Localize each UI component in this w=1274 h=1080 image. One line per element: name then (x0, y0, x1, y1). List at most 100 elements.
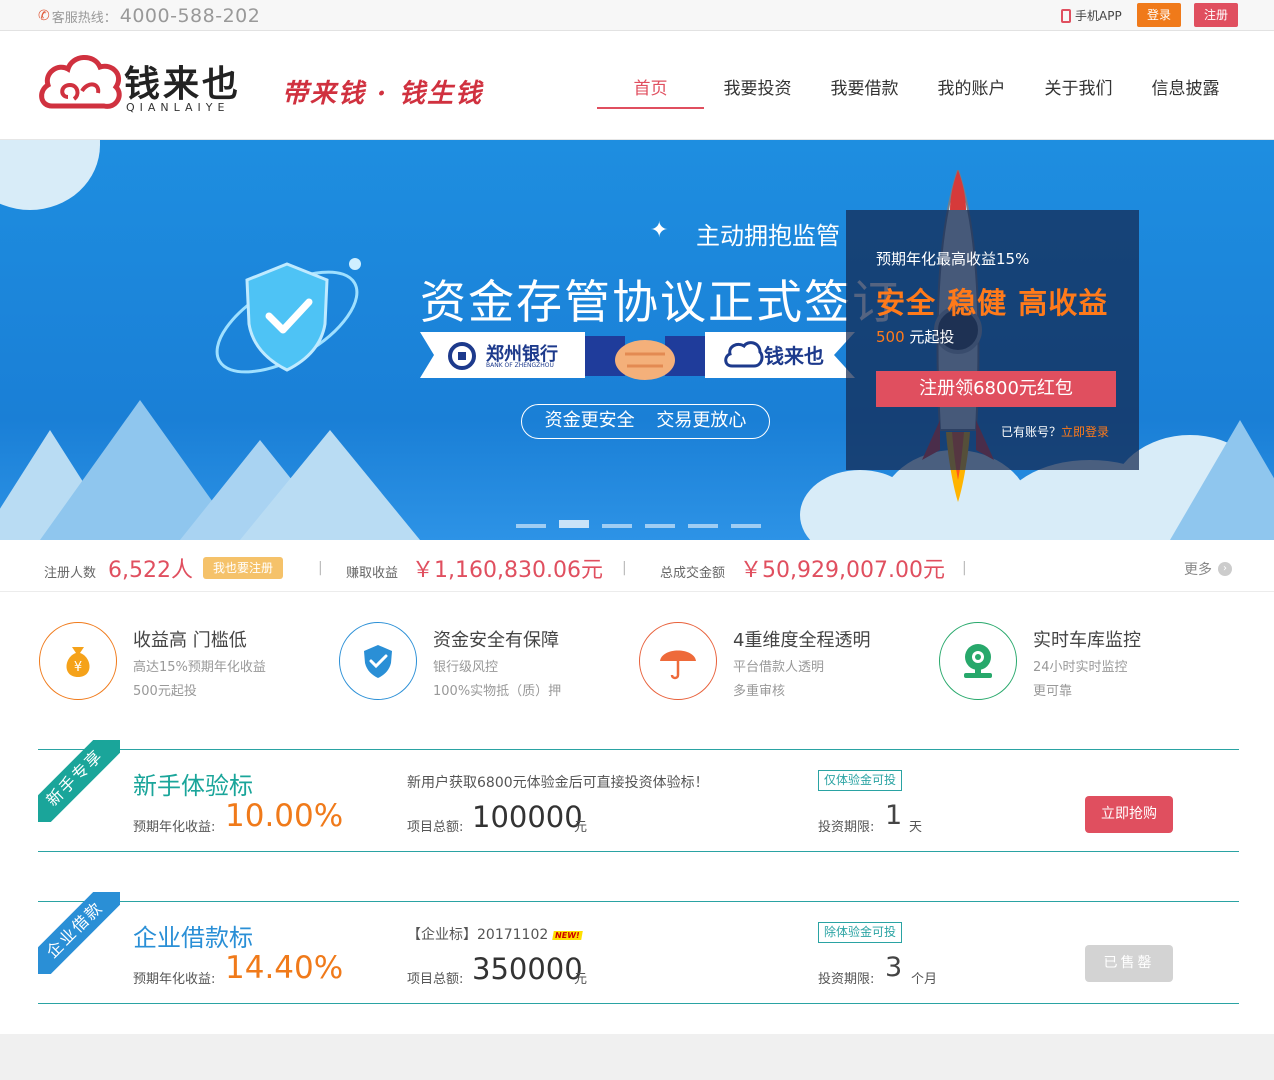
term-label: 投资期限: (818, 820, 875, 835)
stats-bar: 注册人数 6,522人 我也要注册 | 赚取收益 ￥1,160,830.06元 … (0, 540, 1274, 592)
cloud-logo-icon (39, 55, 122, 109)
nav-invest[interactable]: 我要投资 (704, 69, 811, 109)
loan-tag: 新手专享 (38, 740, 120, 822)
loan-name[interactable]: 企业借款标 (133, 918, 253, 953)
loan-description-row: 【企业标】20171102 NEW! (407, 924, 583, 944)
slide-dot[interactable] (731, 524, 761, 528)
promo-headline: 安全 稳健 高收益 (876, 286, 1109, 320)
feature-title: 资金安全有保障 (433, 630, 559, 651)
login-button[interactable]: 登录 (1137, 3, 1181, 27)
slide-dot[interactable] (559, 520, 589, 528)
login-now-link[interactable]: 立即登录 (1061, 425, 1109, 439)
amount-value: 350000 (472, 952, 583, 986)
sold-out-button: 已售罄 (1085, 945, 1173, 982)
separator: | (962, 560, 967, 576)
slogan: 带来钱 · 钱生钱 (282, 79, 484, 109)
feature-title: 4重维度全程透明 (733, 630, 871, 651)
amount-label: 项目总额: (407, 820, 464, 835)
register-bonus-button[interactable]: 注册领6800元红包 (876, 371, 1116, 407)
feature-title: 收益高 门槛低 (133, 630, 247, 651)
promo-min-suffix: 元起投 (909, 328, 955, 346)
term-value: 3 (885, 952, 903, 983)
chevron-right-icon: › (1218, 562, 1232, 576)
shield-orbit-icon (215, 258, 361, 374)
feature-icon-ring: ¥ (39, 622, 117, 700)
separator: | (622, 560, 627, 576)
main-nav: 首页 我要投资 我要借款 我的账户 关于我们 信息披露 (597, 69, 1239, 109)
loan-name[interactable]: 新手体验标 (133, 766, 253, 801)
mobile-app-label: 手机APP (1075, 9, 1122, 23)
loan-tag-label: 企业借款 (38, 892, 120, 974)
promo-min-invest: 500 元起投 (876, 326, 954, 347)
has-account-text: 已有账号？ (1000, 425, 1061, 439)
feature-line: 更可靠 (1033, 684, 1073, 699)
feature-line: 银行级风控 (433, 660, 499, 675)
nav-account[interactable]: 我的账户 (918, 69, 1025, 109)
volume-label: 总成交金额 (660, 566, 726, 581)
feature-line: 100%实物抵（质）押 (433, 684, 562, 699)
slide-dot[interactable] (688, 524, 718, 528)
feature-fund-security: 资金安全有保障 银行级风控 100%实物抵（质）押 (339, 622, 619, 702)
umbrella-icon (660, 650, 696, 680)
bank-logo-icon (448, 342, 476, 370)
users-value: 6,522人 (108, 558, 193, 583)
nav-disclosure[interactable]: 信息披露 (1132, 69, 1239, 109)
loan-description: 【企业标】20171102 (407, 927, 549, 943)
partner-name: 钱来也 (764, 344, 824, 368)
earned-value: ￥1,160,830.06元 (412, 558, 603, 583)
mobile-app-link[interactable]: 手机APP (1061, 7, 1122, 24)
slide-dot[interactable] (602, 524, 632, 528)
rate-label: 预期年化收益: (133, 820, 216, 835)
register-button[interactable]: 注册 (1194, 3, 1238, 27)
eligibility-badge: 仅体验金可投 (818, 770, 903, 791)
feature-high-yield: ¥ 收益高 门槛低 高达15%预期年化收益 500元起投 (39, 622, 319, 702)
nav-about[interactable]: 关于我们 (1025, 69, 1132, 109)
logo-chinese: 钱来也 (124, 63, 242, 105)
main-content: ¥ 收益高 门槛低 高达15%预期年化收益 500元起投 资金安全有保障 银行级… (0, 592, 1274, 1034)
more-label: 更多 (1184, 562, 1212, 578)
phone-icon: ✆ (38, 8, 50, 24)
camera-icon (964, 644, 992, 678)
earned-label: 赚取收益 (346, 566, 399, 581)
nav-borrow[interactable]: 我要借款 (811, 69, 918, 109)
hero-banner[interactable]: ✦ 主动拥抱监管 资金存管协议正式签订 郑州银行 BANK OF ZHENGZH… (0, 140, 1274, 540)
eligibility-badge: 除体验金可投 (818, 922, 903, 943)
loan-card-newbie: 新手专享 新手体验标 预期年化收益: 10.00% 新用户获取6800元体验金后… (38, 740, 1239, 852)
feature-line: 24小时实时监控 (1033, 660, 1128, 675)
hotline: ✆ 客服热线： 4000-588-202 (38, 5, 260, 27)
hotline-label: 客服热线： (51, 10, 117, 26)
mountain-decoration (240, 430, 420, 540)
logo-english: QIANLAIYE (126, 101, 230, 114)
handshake-icon (585, 336, 705, 380)
more-link[interactable]: 更多 › (1184, 559, 1232, 579)
feature-title: 实时车库监控 (1033, 630, 1141, 651)
amount-label: 项目总额: (407, 972, 464, 987)
promo-login-hint: 已有账号？立即登录 (1001, 423, 1109, 440)
users-label: 注册人数 (44, 566, 97, 581)
rate-label: 预期年化收益: (133, 972, 216, 987)
loan-card-enterprise: 企业借款 企业借款标 预期年化收益: 14.40% 【企业标】20171102 … (38, 892, 1239, 1004)
money-bag-icon: ¥ (66, 647, 90, 677)
loan-description: 新用户获取6800元体验金后可直接投资体验标！ (407, 775, 709, 791)
shield-check-icon (364, 645, 392, 678)
slide-dot[interactable] (516, 524, 546, 528)
promo-panel: 预期年化最高收益15% 安全 稳健 高收益 500 元起投 注册领6800元红包… (846, 210, 1139, 470)
new-badge: NEW! (551, 930, 583, 940)
buy-now-button[interactable]: 立即抢购 (1085, 796, 1173, 833)
rate-value: 14.40% (225, 950, 344, 986)
partner-logo-icon (724, 341, 764, 368)
slide-dot[interactable] (645, 524, 675, 528)
term-unit: 个月 (911, 972, 938, 987)
sparkle-icon: ✦ (650, 218, 669, 243)
amount-unit: 元 (574, 972, 588, 987)
join-register-button[interactable]: 我也要注册 (203, 557, 283, 579)
term-value: 1 (885, 800, 903, 831)
promo-rate: 预期年化最高收益15% (876, 250, 1030, 268)
slide-indicators (516, 520, 774, 528)
svg-text:¥: ¥ (74, 660, 82, 675)
amount-value: 100000 (472, 800, 583, 834)
site-logo[interactable]: 钱来也 QIANLAIYE (38, 51, 253, 121)
feature-transparency: 4重维度全程透明 平台借款人透明 多重审核 (639, 622, 919, 702)
nav-home[interactable]: 首页 (597, 69, 704, 109)
hotline-number: 4000-588-202 (119, 5, 261, 27)
